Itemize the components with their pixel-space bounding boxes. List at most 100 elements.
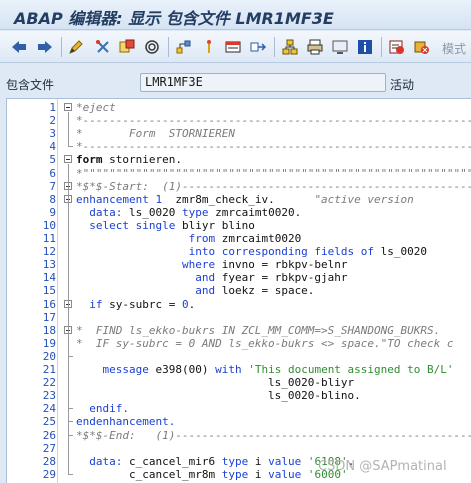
code-line[interactable]: 12 into corresponding fields of ls_0020 bbox=[7, 245, 471, 258]
code-token: e398(00) bbox=[148, 363, 216, 376]
include-name-field[interactable]: LMR1MF3E bbox=[140, 73, 386, 92]
navigate-icon[interactable] bbox=[249, 38, 267, 56]
code-line[interactable]: 1 *eject bbox=[7, 101, 471, 114]
line-number: 5 bbox=[49, 153, 56, 167]
code-line[interactable]: 21 message e398(00) with 'This document … bbox=[7, 363, 471, 376]
where-used-icon[interactable] bbox=[118, 38, 136, 56]
fold-guide-end bbox=[68, 434, 73, 436]
code-token: * IF sy-subrc = 0 AND ls_ekko-bukrs <> s… bbox=[76, 336, 454, 350]
check-icon[interactable] bbox=[143, 38, 161, 56]
code-token: loekz = space. bbox=[215, 284, 315, 298]
line-number: 16 bbox=[42, 297, 56, 311]
code-line[interactable]: 18 * FIND ls_ekko-bukrs IN ZCL_MM_COMM=>S… bbox=[7, 324, 471, 337]
code-line[interactable]: 13 where invno = rbkpv-belnr bbox=[7, 258, 471, 271]
code-token: stornieren. bbox=[102, 153, 182, 167]
code-token: i bbox=[248, 467, 269, 481]
line-number: 13 bbox=[42, 258, 56, 272]
code-line[interactable]: 5 form stornieren. bbox=[7, 153, 471, 166]
activate-icon[interactable] bbox=[200, 38, 218, 56]
forward-arrow-icon[interactable] bbox=[36, 38, 54, 56]
code-line[interactable]: 8 enhancement 1 zmr8m_check_iv. "active v… bbox=[7, 193, 471, 206]
code-token: ls_0020 bbox=[374, 245, 428, 259]
mode-label[interactable]: 模式 bbox=[442, 40, 466, 57]
code-token: * Form STORNIEREN bbox=[76, 127, 235, 141]
fold-guide-end bbox=[68, 408, 73, 410]
code-text: data: c_cancel_mir6 type i value '6108', bbox=[76, 455, 354, 468]
delete-icon[interactable] bbox=[413, 38, 431, 56]
status-label: 活动 bbox=[390, 78, 415, 92]
toolbar-separator bbox=[168, 37, 169, 57]
code-line[interactable]: 20 bbox=[7, 350, 471, 363]
fold-guide-end bbox=[68, 355, 73, 357]
fold-toggle-icon[interactable] bbox=[64, 103, 72, 111]
edit-pencil-icon[interactable] bbox=[67, 38, 85, 56]
code-line[interactable]: 4 *--------------------------------------… bbox=[7, 140, 471, 153]
code-token: message bbox=[102, 363, 149, 376]
toolbar-separator bbox=[381, 37, 382, 57]
code-editor[interactable]: 1 *eject 2 *-------------------------------… bbox=[6, 98, 471, 483]
fold-guide-end bbox=[68, 473, 73, 475]
code-line[interactable]: 15 and loekz = space. bbox=[7, 284, 471, 297]
code-line[interactable]: 26 *$*$-End: (1)-------------------------… bbox=[7, 429, 471, 442]
code-line[interactable]: 11 from zmrcaimt0020 bbox=[7, 232, 471, 245]
fold-toggle-icon[interactable] bbox=[64, 155, 72, 164]
code-line[interactable]: 3 * Form STORNIEREN bbox=[7, 127, 471, 140]
display-object-list-icon[interactable] bbox=[224, 38, 242, 56]
code-text: endenhancement. bbox=[76, 415, 175, 428]
toggle-display-change-icon[interactable] bbox=[94, 38, 112, 56]
line-number: 19 bbox=[42, 336, 56, 350]
line-number: 4 bbox=[49, 140, 56, 154]
code-line[interactable]: 17 bbox=[7, 311, 471, 324]
code-token: ls_0020-blino. bbox=[76, 389, 361, 403]
window-title: ABAP 编辑器: 显示 包含文件 LMR1MF3E bbox=[14, 9, 334, 28]
code-line[interactable]: 2 *--------------------------------------… bbox=[7, 114, 471, 127]
screen-icon[interactable] bbox=[331, 38, 349, 56]
hierarchy-icon[interactable] bbox=[175, 38, 193, 56]
code-line[interactable]: 9 data: ls_0020 type zmrcaimt0020. bbox=[7, 206, 471, 219]
code-line[interactable]: 14 and fyear = rbkpv-gjahr bbox=[7, 271, 471, 284]
line-number: 26 bbox=[42, 428, 56, 442]
code-line[interactable]: 16 if sy-subrc = 0. bbox=[7, 298, 471, 311]
back-arrow-icon[interactable] bbox=[10, 38, 28, 56]
code-line[interactable]: 19 * IF sy-subrc = 0 AND ls_ekko-bukrs <>… bbox=[7, 337, 471, 350]
code-line[interactable]: 27 bbox=[7, 442, 471, 455]
code-line[interactable]: 25 endenhancement. bbox=[7, 415, 471, 428]
code-line[interactable]: 10 select single bliyr blino bbox=[7, 219, 471, 232]
code-text: form stornieren. bbox=[76, 153, 182, 166]
print-icon[interactable] bbox=[306, 38, 324, 56]
code-token: i bbox=[248, 454, 269, 468]
code-token: with bbox=[215, 363, 242, 376]
include-label: 包含文件 bbox=[6, 78, 55, 92]
code-line[interactable]: 24 endif. bbox=[7, 402, 471, 415]
code-text: *$*$-End: (1)---------------------------… bbox=[76, 429, 471, 442]
code-token: "active version bbox=[314, 192, 414, 206]
code-text: and loekz = space. bbox=[76, 284, 314, 297]
code-token: endenhancement. bbox=[76, 415, 176, 429]
line-number: 12 bbox=[42, 245, 56, 259]
code-token: *$*$-Start: (1)-------------------------… bbox=[76, 179, 471, 193]
debug-icon[interactable] bbox=[388, 38, 406, 56]
info-icon[interactable] bbox=[356, 38, 374, 56]
code-token: into corresponding fields of bbox=[188, 245, 375, 259]
code-line[interactable]: 6 *""""""""""""""""""""""""""""""""""""""… bbox=[7, 167, 471, 180]
code-token: and bbox=[195, 271, 216, 285]
code-line[interactable]: 23 ls_0020-blino. bbox=[7, 389, 471, 402]
line-number: 15 bbox=[42, 284, 56, 298]
code-line[interactable]: 22 ls_0020-bliyr bbox=[7, 376, 471, 389]
code-line[interactable]: 7 *$*$-Start: (1)------------------------… bbox=[7, 180, 471, 193]
code-token: type bbox=[181, 205, 209, 219]
structure-icon[interactable] bbox=[281, 38, 299, 56]
application-toolbar: 模式 bbox=[0, 31, 471, 63]
title-bar: ABAP 编辑器: 显示 包含文件 LMR1MF3E bbox=[0, 0, 471, 30]
line-number: 3 bbox=[49, 127, 56, 141]
code-token: value bbox=[268, 467, 302, 481]
code-token: *"""""""""""""""""""""""""""""""""""""""… bbox=[76, 166, 471, 180]
